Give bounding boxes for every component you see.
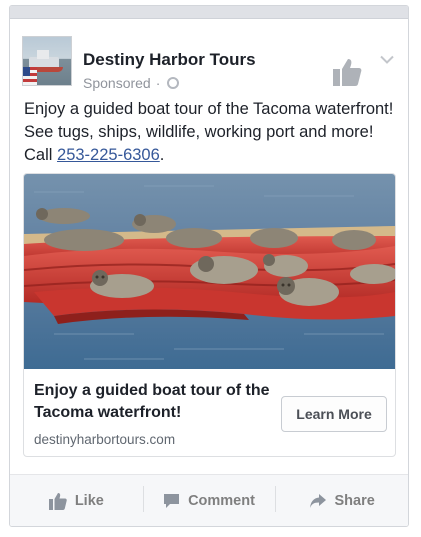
- separator-dot: ·: [155, 75, 161, 91]
- seals-photo[interactable]: [24, 174, 395, 369]
- share-icon: [309, 494, 326, 508]
- flag-image: [23, 67, 37, 85]
- sponsored-label-row: Sponsored ·: [83, 75, 180, 91]
- like-label: Like: [74, 493, 104, 509]
- sponsored-post-card: Destiny Harbor Tours Sponsored · Enjoy a…: [9, 5, 409, 527]
- link-attachment[interactable]: Enjoy a guided boat tour of the Tacoma w…: [23, 173, 396, 457]
- like-button[interactable]: Like: [10, 475, 143, 526]
- share-label: Share: [334, 493, 375, 509]
- link-preview[interactable]: Enjoy a guided boat tour of the Tacoma w…: [24, 369, 395, 456]
- link-title[interactable]: Enjoy a guided boat tour of the Tacoma w…: [34, 380, 274, 424]
- chevron-down-icon[interactable]: [380, 55, 394, 65]
- sponsored-label[interactable]: Sponsored: [83, 75, 151, 91]
- learn-more-button[interactable]: Learn More: [281, 396, 387, 432]
- comment-button[interactable]: Comment: [142, 475, 276, 526]
- post-message: Enjoy a guided boat tour of the Tacoma w…: [24, 98, 396, 167]
- post-header: Destiny Harbor Tours Sponsored ·: [10, 19, 408, 91]
- thumbs-up-icon[interactable]: [332, 57, 362, 87]
- link-domain: destinyharbortours.com: [34, 432, 176, 447]
- page-avatar[interactable]: [22, 36, 72, 86]
- globe-icon: [167, 77, 180, 89]
- comment-icon: [164, 494, 180, 508]
- page-name-link[interactable]: Destiny Harbor Tours: [83, 50, 256, 70]
- card-top-bar: [10, 6, 408, 19]
- thumbs-up-icon: [48, 493, 67, 510]
- post-message-end: .: [159, 146, 165, 164]
- phone-link[interactable]: 253-225-6306: [57, 146, 160, 164]
- comment-label: Comment: [188, 493, 255, 509]
- share-button[interactable]: Share: [275, 475, 408, 526]
- post-actions-bar: Like Comment Share: [10, 474, 408, 526]
